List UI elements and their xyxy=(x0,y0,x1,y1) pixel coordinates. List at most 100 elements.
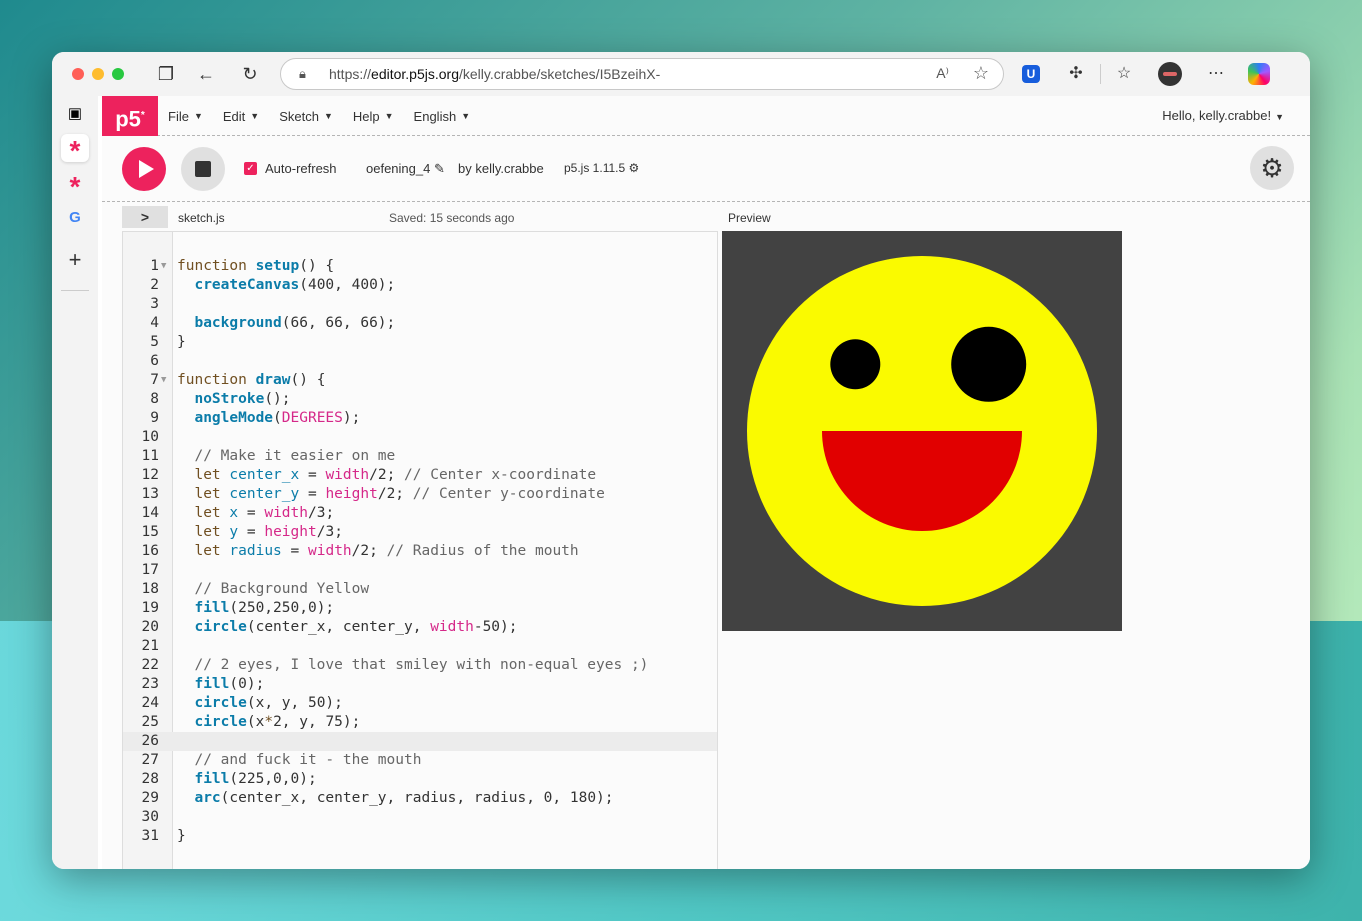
code-line[interactable]: 28 fill(225,0,0); xyxy=(123,770,717,789)
code-line[interactable]: 31} xyxy=(123,827,717,846)
code-line[interactable]: 20 circle(center_x, center_y, width-50); xyxy=(123,618,717,637)
code-line[interactable]: 25 circle(x*2, y, 75); xyxy=(123,713,717,732)
file-bar: > sketch.js Saved: 15 seconds ago Previe… xyxy=(102,202,1310,230)
code-line[interactable]: 17 xyxy=(123,561,717,580)
auto-refresh-toggle[interactable]: ✓ Auto-refresh xyxy=(244,161,337,176)
code-line[interactable]: 24 circle(x, y, 50); xyxy=(123,694,717,713)
new-tab-plus-icon[interactable]: + xyxy=(61,246,89,274)
code-line[interactable]: 2 createCanvas(400, 400); xyxy=(123,276,717,295)
refresh-icon[interactable]: ↻ xyxy=(240,64,260,84)
stop-button[interactable] xyxy=(181,147,225,191)
toolbar-divider xyxy=(1100,64,1101,84)
favorite-star-icon[interactable]: ☆ xyxy=(973,63,989,84)
code-editor[interactable]: 1 ▼ function setup() {2 createCanvas(400, … xyxy=(122,231,718,869)
code-line[interactable]: 9 angleMode(DEGREES); xyxy=(123,409,717,428)
menu-file[interactable]: File ▼ xyxy=(168,109,203,124)
copilot-icon[interactable] xyxy=(1248,63,1270,85)
back-arrow-icon[interactable]: ← xyxy=(196,64,216,84)
code-text: fill(250,250,0); xyxy=(194,600,335,616)
expand-sidebar-button[interactable]: > xyxy=(122,206,168,228)
chevron-down-icon: ▼ xyxy=(384,111,394,121)
pencil-icon[interactable]: ✎ xyxy=(434,161,445,176)
code-line[interactable]: 27 // and fuck it - the mouth xyxy=(123,751,717,770)
profile-avatar[interactable] xyxy=(1158,62,1182,86)
tab-p5-editor[interactable]: * xyxy=(61,170,89,202)
gear-icon[interactable]: ⚙ xyxy=(629,161,640,175)
menu-edit[interactable]: Edit ▼ xyxy=(223,109,259,124)
sketch-name[interactable]: oefening_4 ✎ xyxy=(366,161,445,177)
sketch-author: by kelly.crabbe xyxy=(458,161,544,176)
code-line[interactable]: 15 let y = height/3; xyxy=(123,523,717,542)
tab-google[interactable]: G xyxy=(61,204,89,232)
code-line[interactable]: 14 let x = width/3; xyxy=(123,504,717,523)
code-text: createCanvas(400, 400); xyxy=(194,277,396,293)
code-line[interactable]: 18 // Background Yellow xyxy=(123,580,717,599)
code-line[interactable]: 13 let center_y = height/2; // Center y-… xyxy=(123,485,717,504)
code-line[interactable]: 29 arc(center_x, center_y, radius, radiu… xyxy=(123,789,717,808)
code-text: let x = width/3; xyxy=(194,505,335,521)
code-line[interactable]: 5} xyxy=(123,333,717,352)
line-number: 26 xyxy=(141,733,159,749)
code-text: let y = height/3; xyxy=(194,524,343,540)
line-number: 17 xyxy=(141,562,159,578)
code-line[interactable]: 10 xyxy=(123,428,717,447)
code-line[interactable]: 1 ▼ function setup() { xyxy=(123,257,717,276)
code-line[interactable]: 22 // 2 eyes, I love that smiley with no… xyxy=(123,656,717,675)
smiley-drawing xyxy=(747,256,1097,606)
address-bar[interactable]: 🔒︎ https://editor.p5js.org/kelly.crabbe/… xyxy=(280,58,1004,90)
sidebar-toggle-icon[interactable]: ▣ xyxy=(61,100,89,128)
code-line[interactable]: 7 ▼ function draw() { xyxy=(123,371,717,390)
maximize-window-button[interactable] xyxy=(112,68,124,80)
code-text: function setup() { xyxy=(177,258,335,274)
tab-p5-editor-active[interactable]: * xyxy=(61,134,89,166)
line-number: 10 xyxy=(141,429,159,445)
file-name: sketch.js xyxy=(178,211,225,225)
more-menu-icon[interactable]: ⋯ xyxy=(1204,62,1228,86)
line-number: 6 xyxy=(150,353,159,369)
code-line[interactable]: 11 // Make it easier on me xyxy=(123,447,717,466)
code-line[interactable]: 23 fill(0); xyxy=(123,675,717,694)
line-number: 23 xyxy=(141,676,159,692)
bitwarden-extension-icon[interactable]: U xyxy=(1022,65,1040,83)
url-text[interactable]: https://editor.p5js.org/kelly.crabbe/ske… xyxy=(329,66,660,82)
user-menu[interactable]: Hello, kelly.crabbe! ▼ xyxy=(1162,108,1284,123)
code-text: fill(0); xyxy=(194,676,265,692)
extensions-puzzle-icon[interactable]: ✣ xyxy=(1064,62,1088,86)
code-line[interactable]: 16 let radius = width/2; // Radius of th… xyxy=(123,542,717,561)
code-text: // and fuck it - the mouth xyxy=(194,752,422,768)
p5-logo[interactable]: p5* xyxy=(102,96,158,136)
code-line[interactable]: 21 xyxy=(123,637,717,656)
menu-help[interactable]: Help ▼ xyxy=(353,109,394,124)
menu-language[interactable]: English ▼ xyxy=(414,109,471,124)
play-button[interactable] xyxy=(122,147,166,191)
code-text: background(66, 66, 66); xyxy=(194,315,396,331)
code-line[interactable]: 6 xyxy=(123,352,717,371)
minimize-window-button[interactable] xyxy=(92,68,104,80)
line-number: 22 xyxy=(141,657,159,673)
line-number: 12 xyxy=(141,467,159,483)
code-text: // Background Yellow xyxy=(194,581,370,597)
p5-version[interactable]: p5.js 1.11.5 ⚙ xyxy=(564,161,639,175)
code-lines[interactable]: 1 ▼ function setup() {2 createCanvas(400, … xyxy=(123,257,717,846)
favorites-icon[interactable]: ☆ xyxy=(1112,62,1136,86)
fold-arrow-icon[interactable]: ▼ xyxy=(161,371,166,390)
close-window-button[interactable] xyxy=(72,68,84,80)
tab-actions-icon[interactable]: ❐ xyxy=(156,64,176,84)
preferences-gear-button[interactable]: ⚙ xyxy=(1250,146,1294,190)
line-number: 31 xyxy=(141,828,159,844)
read-aloud-icon[interactable]: A⁾ xyxy=(936,65,949,82)
menu-sketch[interactable]: Sketch ▼ xyxy=(279,109,333,124)
preview-canvas[interactable] xyxy=(722,231,1122,631)
code-line[interactable]: 19 fill(250,250,0); xyxy=(123,599,717,618)
code-text: function draw() { xyxy=(177,372,326,388)
sketch-toolbar: ✓ Auto-refresh oefening_4 ✎ by kelly.cra… xyxy=(102,136,1310,202)
code-line[interactable]: 12 let center_x = width/2; // Center x-c… xyxy=(123,466,717,485)
fold-arrow-icon[interactable]: ▼ xyxy=(161,257,166,276)
auto-refresh-checkbox[interactable]: ✓ xyxy=(244,162,257,175)
code-line[interactable]: 26 xyxy=(123,732,717,751)
code-line[interactable]: 8 noStroke(); xyxy=(123,390,717,409)
code-line[interactable]: 3 xyxy=(123,295,717,314)
line-number: 25 xyxy=(141,714,159,730)
code-line[interactable]: 30 xyxy=(123,808,717,827)
code-line[interactable]: 4 background(66, 66, 66); xyxy=(123,314,717,333)
